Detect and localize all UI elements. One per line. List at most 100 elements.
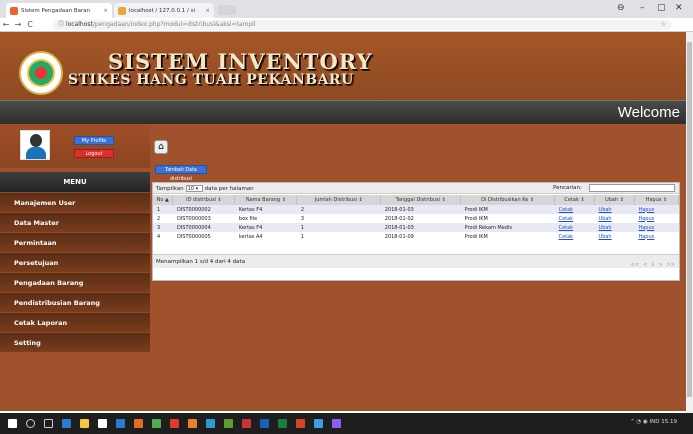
address-input[interactable]: ⓘ localhost/pengadaan/index.php?modul=di… [52,20,672,30]
powerpoint-icon[interactable] [296,419,305,428]
task-view-icon[interactable] [44,419,53,428]
col-id[interactable]: ID distribusi ⇕ [172,195,236,205]
hapus-link[interactable]: Hapus [638,225,654,231]
reload-icon[interactable]: C [24,20,36,29]
table-info-text: Menampilkan 1 s/d 4 dari 4 data [156,259,246,265]
cell-id: DIST0000005 [172,232,235,241]
excel-icon[interactable] [278,419,287,428]
scrollbar-thumb[interactable] [687,42,692,397]
app-icon[interactable] [242,419,251,428]
browser-tab[interactable]: localhost / 127.0.0.1 / si × [114,3,214,18]
page-length-select[interactable]: 10 ▾ [185,185,203,192]
next-page-button[interactable]: > [658,258,662,272]
last-page-button[interactable]: >> [667,258,675,272]
col-nama[interactable]: Nama Barang ⇕ [234,195,298,205]
maximize-button[interactable]: ▢ [657,3,666,13]
app-icon[interactable] [206,419,215,428]
cetak-link[interactable]: Cetak [559,216,574,222]
start-icon[interactable] [8,419,17,428]
tab-title: localhost / 127.0.0.1 / si [129,7,196,14]
col-ubah[interactable]: Ubah ⇕ [594,195,635,205]
search-icon[interactable] [26,419,35,428]
hapus-link[interactable]: Hapus [638,216,654,222]
col-label: Di Distribusikan Ke [481,197,529,203]
sidebar-item-cetak-laporan[interactable]: Cetak Laporan [0,312,150,332]
sidebar-item-manajemen-user[interactable]: Manajemen User [0,192,150,212]
tab-close-icon[interactable]: × [100,8,108,14]
col-tanggal[interactable]: Tanggal Distribusi ⇕ [380,195,462,205]
account-icon[interactable]: ⊖ [617,3,625,13]
col-no[interactable]: No ▲ [153,195,174,205]
sidebar-item-permintaan[interactable]: Permintaan [0,232,150,252]
col-label: ID distribusi [186,197,216,203]
menu-title: MENU [0,172,150,192]
col-jumlah[interactable]: Jumlah Distribusi ⇕ [296,195,382,205]
stikes-logo [19,51,63,95]
page-length-value: 10 [187,186,195,192]
hapus-link[interactable]: Hapus [638,234,654,240]
sidebar-item-data-master[interactable]: Data Master [0,212,150,232]
col-label: Ubah [605,197,619,203]
avatar [20,130,50,160]
page-scrollbar[interactable] [686,32,693,413]
col-cetak[interactable]: Cetak ⇕ [554,195,596,205]
new-tab-button[interactable] [218,5,236,15]
sidebar-item-persetujuan[interactable]: Persetujuan [0,252,150,272]
cell-jumlah: 1 [296,232,381,241]
ubah-link[interactable]: Ubah [599,234,612,240]
store-icon[interactable] [98,419,107,428]
app-icon[interactable] [134,419,143,428]
col-label: Jumlah Distribusi [314,197,358,203]
close-window-button[interactable]: ✕ [675,3,683,13]
sidebar-item-pendistribusian-barang[interactable]: Pendistribusian Barang [0,292,150,312]
cetak-link[interactable]: Cetak [559,225,574,231]
tray-icons[interactable]: ⌃ ◔ ◉ [630,419,649,425]
app-icon[interactable] [170,419,179,428]
ubah-link[interactable]: Ubah [599,216,612,222]
first-page-button[interactable]: << [631,258,639,272]
file-explorer-icon[interactable] [80,419,89,428]
search-input[interactable] [589,184,675,192]
cetak-link[interactable]: Cetak [559,207,574,213]
bookmark-star-icon[interactable]: ☆ [661,20,666,30]
add-distribusi-button[interactable]: Tambah Data distribusi [155,165,207,182]
col-label: Hapus [645,197,662,203]
sidebar-item-pengadaan-barang[interactable]: Pengadaan Barang [0,272,150,292]
hapus-link[interactable]: Hapus [638,207,654,213]
clock[interactable]: 15.19 [661,419,677,425]
page-1-button[interactable]: 1 [651,258,654,272]
cell-id: DIST0000003 [172,214,235,223]
mail-icon[interactable] [116,419,125,428]
cell-tujuan: Prodi IKM [460,205,555,214]
forward-icon[interactable]: → [12,20,24,29]
home-icon[interactable]: ⌂ [154,140,168,154]
system-tray: ⌃ ◔ ◉ IND 15.19 [630,419,677,425]
tab-title: Sistem Pengadaan Baran [21,7,91,14]
word-icon[interactable] [260,419,269,428]
back-icon[interactable]: ← [0,20,12,29]
language-indicator[interactable]: IND [650,419,660,425]
browser-tab-active[interactable]: Sistem Pengadaan Baran × [6,3,112,18]
ie-icon[interactable] [314,419,323,428]
prev-page-button[interactable]: < [643,258,647,272]
site-info-icon[interactable]: ⓘ [58,21,64,28]
app-icon[interactable] [332,419,341,428]
minimize-button[interactable]: – [640,3,645,13]
tab-close-icon[interactable]: × [202,8,210,14]
col-tujuan[interactable]: Di Distribusikan Ke ⇕ [460,195,556,205]
cetak-link[interactable]: Cetak [559,234,574,240]
col-hapus[interactable]: Hapus ⇕ [634,195,680,205]
table-row: 2 DIST0000003 box file 3 2018-01-02 Prod… [153,214,679,223]
chrome-icon[interactable] [152,419,161,428]
edge-icon[interactable] [62,419,71,428]
logout-button[interactable]: Logout [74,149,114,158]
app-icon[interactable] [188,419,197,428]
cell-jumlah: 2 [296,205,381,214]
my-profile-button[interactable]: My Profile [74,136,114,145]
main-content: ⌂ Tambah Data distribusi Tampilkan 10 ▾ … [150,124,686,411]
sidebar-item-setting[interactable]: Setting [0,332,150,352]
ubah-link[interactable]: Ubah [599,225,612,231]
data-table-panel: Tampilkan 10 ▾ data per halaman Pencaria… [152,182,680,281]
app-icon[interactable] [224,419,233,428]
ubah-link[interactable]: Ubah [599,207,612,213]
